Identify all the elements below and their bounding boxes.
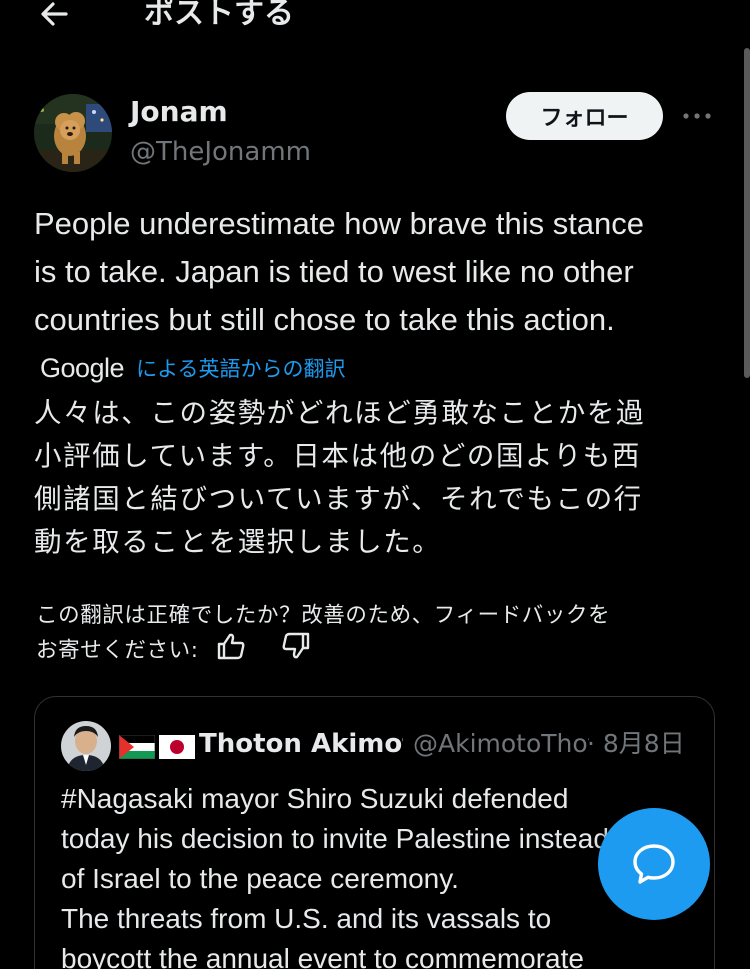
- feedback-prompt-line2: お寄せください:: [36, 638, 199, 663]
- feedback-row: お寄せください:: [36, 632, 736, 670]
- scrollbar[interactable]: [744, 48, 750, 378]
- quoted-author-handle[interactable]: @AkimotoThoton: [413, 727, 589, 761]
- quoted-author-avatar[interactable]: [61, 721, 111, 771]
- person-avatar-image: [61, 721, 111, 771]
- translated-line: 動を取ることを選択しました。: [34, 526, 442, 558]
- quoted-line: The threats from U.S. and its vassals to: [61, 903, 552, 934]
- more-button[interactable]: [680, 104, 714, 128]
- chat-bubble-icon: [633, 844, 675, 884]
- author-avatar[interactable]: [34, 94, 112, 172]
- palestine-flag-icon: [119, 735, 155, 759]
- japan-flag-icon: [159, 735, 195, 759]
- quoted-line: boycott the annual event to commemorate: [61, 943, 584, 969]
- more-horizontal-icon: [683, 113, 711, 119]
- feedback-prompt-line1: この翻訳は正確でしたか？改善のため、フィードバックを: [36, 603, 611, 628]
- translated-line: 人々は、この姿勢がどれほど勇敢なことかを過: [34, 397, 646, 429]
- translation-feedback: この翻訳は正確でしたか？改善のため、フィードバックを お寄せください:: [36, 600, 736, 670]
- arrow-left-icon: [41, 2, 68, 26]
- dog-avatar-image: [34, 94, 112, 172]
- thumbs-down-button[interactable]: [281, 632, 311, 670]
- translation-attribution: Google による英語からの翻訳: [40, 348, 345, 388]
- tweet-line: People underestimate how brave this stan…: [34, 206, 645, 241]
- translation-label[interactable]: による英語からの翻訳: [136, 353, 345, 383]
- back-button[interactable]: [34, 0, 74, 36]
- post-detail-screen: ポストする Jonam @TheJonamm フォロー People under…: [0, 0, 750, 969]
- author-handle[interactable]: @TheJonamm: [130, 134, 311, 170]
- tweet-line: is to take. Japan is tied to west like n…: [34, 254, 634, 289]
- thumbs-up-icon: [217, 633, 245, 660]
- quoted-line: #Nagasaki mayor Shiro Suzuki defended: [61, 783, 569, 814]
- translated-line: 小評価しています。日本は他のどの国よりも西: [34, 440, 641, 472]
- thumbs-up-button[interactable]: [216, 632, 246, 670]
- google-logo: Google: [40, 352, 125, 383]
- reply-fab-button[interactable]: [598, 808, 710, 920]
- tweet-text: People underestimate how brave this stan…: [34, 200, 724, 344]
- quoted-post-date: · 8月8日: [587, 729, 685, 758]
- translated-line: 側諸国と結びついていますが、それでもこの行: [34, 483, 643, 515]
- follow-button[interactable]: フォロー: [506, 92, 663, 140]
- page-title: ポストする: [144, 0, 294, 31]
- tweet-line: countries but still chose to take this a…: [34, 302, 615, 337]
- top-bar: ポストする: [0, 0, 750, 40]
- thumbs-down-icon: [282, 632, 310, 659]
- author-name[interactable]: Jonam: [130, 94, 228, 130]
- translated-text: 人々は、この姿勢がどれほど勇敢なことかを過 小評価しています。日本は他のどの国よ…: [34, 392, 724, 564]
- quoted-author-name[interactable]: Thoton Akimoto: [199, 727, 403, 761]
